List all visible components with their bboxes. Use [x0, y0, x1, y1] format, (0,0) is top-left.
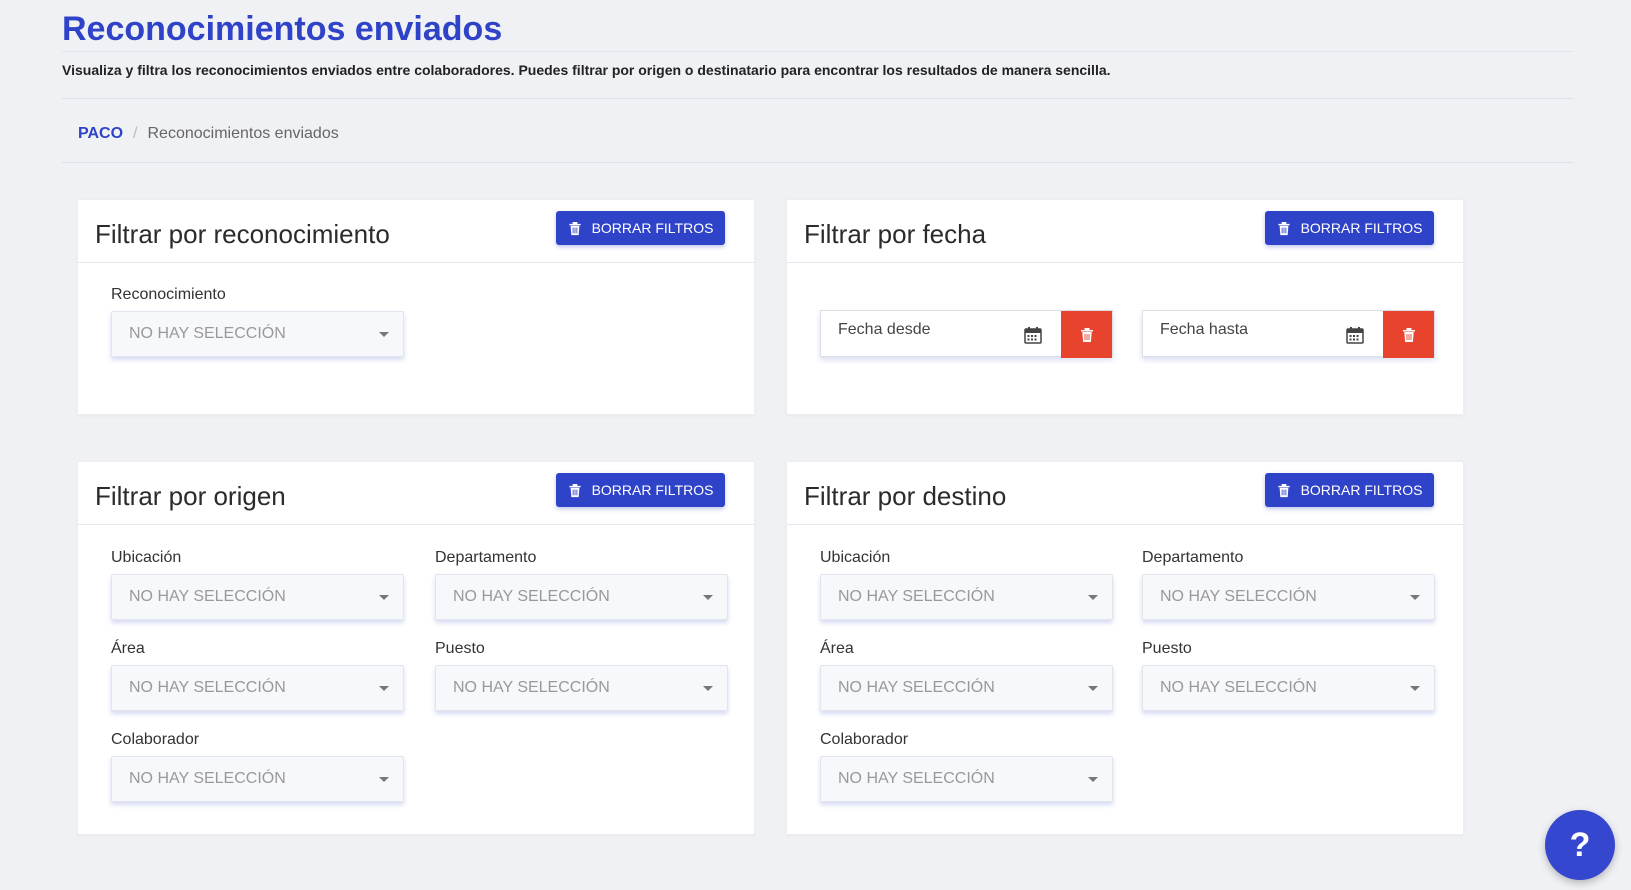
caret-down-icon — [1410, 595, 1420, 600]
origin-position-select[interactable]: NO HAY SELECCIÓN — [435, 665, 728, 711]
select-value: NO HAY SELECCIÓN — [1160, 679, 1317, 696]
calendar-icon[interactable] — [1024, 326, 1042, 344]
card-title: Filtrar por destino — [804, 481, 1007, 511]
card-header: Filtrar por fecha BORRAR FILTROS — [787, 200, 1463, 263]
card-header: Filtrar por destino BORRAR FILTROS — [787, 462, 1463, 525]
select-value: NO HAY SELECCIÓN — [129, 770, 286, 787]
clear-filters-label: BORRAR FILTROS — [591, 482, 714, 498]
trash-icon — [568, 483, 581, 497]
clear-date-to-button[interactable] — [1383, 311, 1434, 358]
origin-area-label: Área — [111, 640, 145, 657]
page-title: Reconocimientos enviados — [62, 10, 503, 48]
breadcrumb-current: Reconocimientos enviados — [147, 125, 339, 142]
caret-down-icon — [703, 686, 713, 691]
origin-department-select[interactable]: NO HAY SELECCIÓN — [435, 574, 728, 620]
clear-filters-label: BORRAR FILTROS — [1300, 482, 1423, 498]
date-to-input[interactable] — [1160, 321, 1340, 339]
destination-position-label: Puesto — [1142, 640, 1192, 657]
origin-collaborator-select[interactable]: NO HAY SELECCIÓN — [111, 756, 404, 802]
help-icon: ? — [1569, 825, 1591, 864]
select-value: NO HAY SELECCIÓN — [129, 588, 286, 605]
caret-down-icon — [703, 595, 713, 600]
destination-location-select[interactable]: NO HAY SELECCIÓN — [820, 574, 1113, 620]
origin-location-label: Ubicación — [111, 549, 182, 566]
select-value: NO HAY SELECCIÓN — [838, 679, 995, 696]
destination-department-label: Departamento — [1142, 549, 1244, 566]
destination-filter-card: Filtrar por destino BORRAR FILTROS Ubica… — [786, 461, 1464, 835]
select-value: NO HAY SELECCIÓN — [129, 679, 286, 696]
destination-position-select[interactable]: NO HAY SELECCIÓN — [1142, 665, 1435, 711]
breadcrumb-root-link[interactable]: PACO — [78, 125, 123, 142]
card-title: Filtrar por fecha — [804, 219, 987, 249]
destination-area-label: Área — [820, 640, 854, 657]
select-value: NO HAY SELECCIÓN — [838, 770, 995, 787]
caret-down-icon — [379, 595, 389, 600]
origin-position-label: Puesto — [435, 640, 485, 657]
card-title: Filtrar por origen — [95, 481, 286, 511]
header-divider — [62, 98, 1573, 99]
card-header: Filtrar por reconocimiento BORRAR FILTRO… — [78, 200, 754, 263]
clear-date-from-button[interactable] — [1061, 311, 1112, 358]
recognition-filter-card: Filtrar por reconocimiento BORRAR FILTRO… — [77, 199, 755, 415]
help-button[interactable]: ? — [1545, 810, 1615, 880]
destination-collaborator-select[interactable]: NO HAY SELECCIÓN — [820, 756, 1113, 802]
origin-filter-card: Filtrar por origen BORRAR FILTROS Ubicac… — [77, 461, 755, 835]
origin-location-select[interactable]: NO HAY SELECCIÓN — [111, 574, 404, 620]
trash-icon — [1277, 483, 1290, 497]
clear-filters-button[interactable]: BORRAR FILTROS — [556, 211, 725, 245]
select-value: NO HAY SELECCIÓN — [453, 588, 610, 605]
select-value: NO HAY SELECCIÓN — [838, 588, 995, 605]
clear-filters-button[interactable]: BORRAR FILTROS — [1265, 211, 1434, 245]
trash-icon — [568, 221, 581, 235]
caret-down-icon — [379, 332, 389, 337]
destination-location-label: Ubicación — [820, 549, 891, 566]
breadcrumb-separator: / — [133, 125, 138, 142]
origin-department-label: Departamento — [435, 549, 537, 566]
trash-icon — [1080, 327, 1093, 342]
select-value: NO HAY SELECCIÓN — [453, 679, 610, 696]
calendar-icon[interactable] — [1346, 326, 1364, 344]
caret-down-icon — [1088, 777, 1098, 782]
date-from-field — [820, 310, 1113, 358]
caret-down-icon — [1410, 686, 1420, 691]
clear-filters-label: BORRAR FILTROS — [1300, 220, 1423, 236]
destination-department-select[interactable]: NO HAY SELECCIÓN — [1142, 574, 1435, 620]
origin-area-select[interactable]: NO HAY SELECCIÓN — [111, 665, 404, 711]
page-description: Visualiza y filtra los reconocimientos e… — [62, 62, 1111, 78]
destination-collaborator-label: Colaborador — [820, 731, 909, 748]
trash-icon — [1402, 327, 1415, 342]
date-filter-card: Filtrar por fecha BORRAR FILTROS — [786, 199, 1464, 415]
date-to-field — [1142, 310, 1435, 358]
caret-down-icon — [379, 777, 389, 782]
caret-down-icon — [1088, 595, 1098, 600]
select-value: NO HAY SELECCIÓN — [129, 325, 286, 342]
title-divider — [62, 51, 1573, 52]
origin-collaborator-label: Colaborador — [111, 731, 200, 748]
caret-down-icon — [1088, 686, 1098, 691]
destination-area-select[interactable]: NO HAY SELECCIÓN — [820, 665, 1113, 711]
clear-filters-button[interactable]: BORRAR FILTROS — [1265, 473, 1434, 507]
clear-filters-button[interactable]: BORRAR FILTROS — [556, 473, 725, 507]
breadcrumb-divider — [62, 162, 1573, 163]
recognition-select[interactable]: NO HAY SELECCIÓN — [111, 311, 404, 357]
breadcrumb: PACO / Reconocimientos enviados — [78, 125, 339, 143]
card-title: Filtrar por reconocimiento — [95, 219, 390, 249]
clear-filters-label: BORRAR FILTROS — [591, 220, 714, 236]
select-value: NO HAY SELECCIÓN — [1160, 588, 1317, 605]
caret-down-icon — [379, 686, 389, 691]
recognition-label: Reconocimiento — [111, 286, 226, 303]
card-header: Filtrar por origen BORRAR FILTROS — [78, 462, 754, 525]
trash-icon — [1277, 221, 1290, 235]
date-from-input[interactable] — [838, 321, 1018, 339]
